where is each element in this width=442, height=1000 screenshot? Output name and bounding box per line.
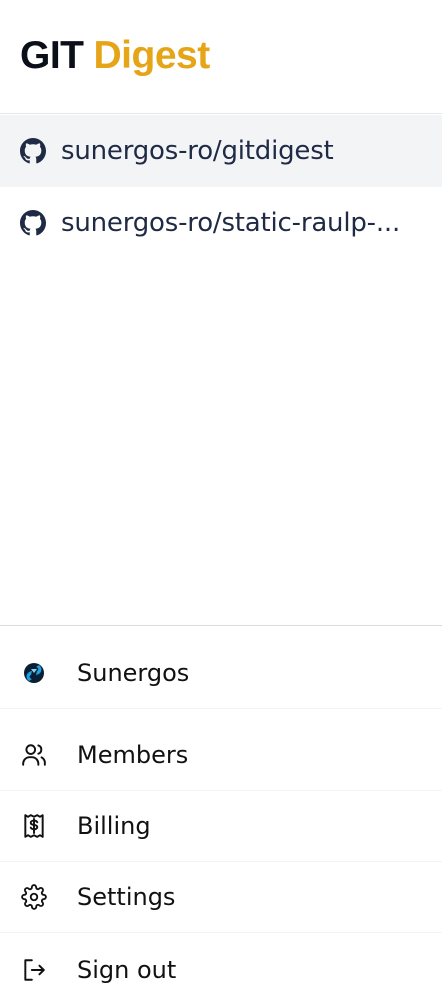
repo-item-static-raulp[interactable]: sunergos-ro/static-raulp-... — [0, 187, 442, 259]
menu-item-billing[interactable]: Billing — [0, 791, 442, 862]
settings-label: Settings — [77, 883, 176, 911]
sign-out-label: Sign out — [77, 955, 177, 984]
github-icon — [20, 138, 46, 164]
billing-label: Billing — [77, 812, 151, 840]
logo-text-git: GIT — [20, 34, 84, 77]
repo-label: sunergos-ro/gitdigest — [61, 136, 334, 166]
sidebar-header: GIT Digest — [0, 0, 442, 114]
menu-item-sign-out[interactable]: Sign out — [0, 934, 442, 1000]
menu-item-organization[interactable]: Sunergos — [0, 638, 442, 709]
users-icon — [22, 744, 46, 766]
org-name: Sunergos — [77, 659, 190, 687]
sunergos-logo-icon — [24, 663, 44, 683]
members-label: Members — [77, 741, 189, 769]
logo-text-digest: Digest — [93, 34, 211, 77]
github-icon — [20, 210, 46, 236]
receipt-dollar-icon — [24, 814, 44, 838]
sidebar: GIT Digest sunergos-ro/gitdigest sunergos… — [0, 0, 442, 1000]
gear-icon — [21, 884, 47, 910]
sign-out-icon — [24, 958, 45, 981]
repo-label: sunergos-ro/static-raulp-... — [61, 208, 401, 238]
sidebar-divider — [0, 625, 442, 626]
repo-item-gitdigest[interactable]: sunergos-ro/gitdigest — [0, 115, 442, 187]
app-logo[interactable]: GIT Digest — [20, 34, 210, 78]
menu-item-settings[interactable]: Settings — [0, 862, 442, 933]
menu-item-members[interactable]: Members — [0, 720, 442, 791]
